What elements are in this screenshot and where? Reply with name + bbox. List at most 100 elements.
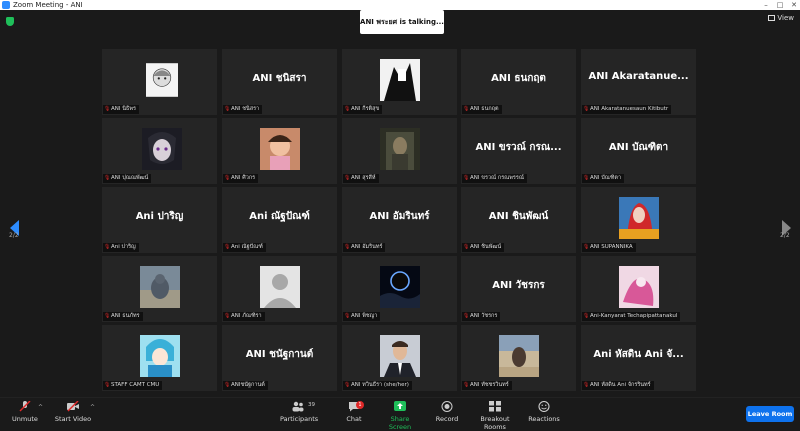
reactions-label: Reactions xyxy=(528,415,560,423)
reactions-button[interactable]: Reactions xyxy=(528,401,560,423)
participant-tile[interactable]: Ani ปาริญ 🎙Ani ปาริญ xyxy=(102,187,217,253)
start-video-button[interactable]: Start Video xyxy=(54,401,92,423)
participant-tile[interactable]: 🎙ANI ภัณฑิรา xyxy=(222,256,337,322)
participant-name-label: 🎙ANI ศิวกร xyxy=(223,174,259,183)
participant-display-name: Ani ณัฐปัณฑ์ xyxy=(249,211,310,222)
participant-name-text: ANI นิธิพร xyxy=(111,106,136,112)
participant-display-name: ANI วัชรกร xyxy=(492,280,545,291)
participant-name-label: 🎙Ani-Kanyarat Techapipattanakul xyxy=(582,312,681,321)
participant-tile[interactable]: 🎙ANI SUPANNIKA xyxy=(581,187,696,253)
participant-tile[interactable]: ANI บัณฑิตา 🎙ANI บัณฑิตา xyxy=(581,118,696,184)
record-button[interactable]: Record xyxy=(435,401,459,423)
participant-name-label: 🎙ANI พิชญา xyxy=(343,312,381,321)
participant-tile[interactable]: 🎙ANI ธนภัทร xyxy=(102,256,217,322)
participant-tile[interactable]: 🎙ANI กีรติสุข xyxy=(342,49,457,115)
participant-tile[interactable]: 🎙Ani-Kanyarat Techapipattanakul xyxy=(581,256,696,322)
muted-microphone-icon: 🎙 xyxy=(344,244,351,250)
participant-name-label: 🎙ANI ภัณฑิรา xyxy=(223,312,265,321)
zoom-logo-icon xyxy=(2,1,10,9)
window-titlebar: Zoom Meeting - ANI – □ ✕ xyxy=(0,0,800,10)
participant-display-name: ANI ธนกฤต xyxy=(491,73,546,84)
participant-name-text: ANI ภัณฑิรา xyxy=(231,313,262,319)
participant-name-label: 🎙ANI ธนกฤต xyxy=(462,105,502,114)
muted-microphone-icon: 🎙 xyxy=(463,382,470,388)
participant-tile[interactable]: ANI Akaratanue... 🎙ANI Akaratanuesaun Kit… xyxy=(581,49,696,115)
participant-tile[interactable]: 🎙ANI สุรสีห์ xyxy=(342,118,457,184)
muted-microphone-icon: 🎙 xyxy=(224,382,231,388)
minimize-icon[interactable]: – xyxy=(760,0,772,10)
participant-name-text: ANI ชนิสรา xyxy=(231,106,260,112)
security-shield-icon[interactable] xyxy=(6,17,14,26)
participant-tile[interactable]: ANI ขรวณ์ กรณ... 🎙ANI ขรวณ์ กรณพรรณ์ xyxy=(461,118,576,184)
participant-tile[interactable]: 🎙ANI ศิวกร xyxy=(222,118,337,184)
participant-tile[interactable]: ANI ชินพัฒน์ 🎙ANI ชินพัฒน์ xyxy=(461,187,576,253)
unmute-button[interactable]: Unmute xyxy=(10,401,40,423)
man-suit-avatar-image xyxy=(380,335,420,377)
start-video-label: Start Video xyxy=(54,415,92,423)
muted-microphone-icon: 🎙 xyxy=(224,106,231,112)
maximize-icon[interactable]: □ xyxy=(774,0,786,10)
chat-unread-badge: 1 xyxy=(356,401,364,409)
anime-red-avatar-image xyxy=(619,197,659,239)
participant-name-text: ANI ทัชชรวินทร์ xyxy=(470,382,509,388)
participant-name-text: ANI กีรติสุข xyxy=(351,106,380,112)
participant-name-label: 🎙Ani ปาริญ xyxy=(103,243,139,252)
participant-name-label: 🎙ANI หัสดิน Ani จักรรินทร์ xyxy=(582,381,654,390)
participant-name-label: 🎙Ani ณัฐปัณฑ์ xyxy=(223,243,266,252)
participant-tile[interactable]: Ani หัสดิน Ani จั... 🎙ANI หัสดิน Ani จักร… xyxy=(581,325,696,391)
muted-microphone-icon: 🎙 xyxy=(344,313,351,319)
muted-microphone-icon: 🎙 xyxy=(104,175,111,181)
participant-tile[interactable]: 🎙ANI ปุณณพัฒน์ xyxy=(102,118,217,184)
audio-options-chevron-icon[interactable]: ^ xyxy=(38,404,43,411)
page-indicator-right: 2/2 xyxy=(780,232,790,239)
participant-tile[interactable]: ANI ชนิสรา 🎙ANI ชนิสรา xyxy=(222,49,337,115)
anime-dark-avatar-image xyxy=(142,128,182,170)
record-label: Record xyxy=(435,415,459,423)
participants-count: 39 xyxy=(308,402,315,408)
participant-tile[interactable]: ANI อัมรินทร์ 🎙ANI อัมรินทร์ xyxy=(342,187,457,253)
participant-tile[interactable]: ANI ชนัฐกานต์ 🎙ANIชนัฐกานต์ xyxy=(222,325,337,391)
active-speaker-banner: ANI พระยศ is talking... xyxy=(360,10,444,34)
cyan-char-avatar-image xyxy=(140,335,180,377)
participant-tile[interactable]: 🎙ANI นิธิพร xyxy=(102,49,217,115)
muted-microphone-icon: 🎙 xyxy=(224,175,231,181)
muted-microphone-icon: 🎙 xyxy=(463,175,470,181)
participant-display-name: ANI อัมรินทร์ xyxy=(369,211,430,222)
muted-microphone-icon: 🎙 xyxy=(104,313,111,319)
participant-display-name: Ani ปาริญ xyxy=(135,211,184,222)
participant-tile[interactable]: ANI ธนกฤต 🎙ANI ธนกฤต xyxy=(461,49,576,115)
participant-display-name: Ani หัสดิน Ani จั... xyxy=(593,349,684,360)
participant-tile[interactable]: Ani ณัฐปัณฑ์ 🎙Ani ณัฐปัณฑ์ xyxy=(222,187,337,253)
muted-microphone-icon: 🎙 xyxy=(583,106,590,112)
share-screen-icon xyxy=(394,401,406,411)
participant-name-label: 🎙ANI ทัชชรวินทร์ xyxy=(462,381,512,390)
close-icon[interactable]: ✕ xyxy=(788,0,800,10)
participant-tile[interactable]: 🎙STAFF CAMT CMU xyxy=(102,325,217,391)
muted-microphone-icon: 🎙 xyxy=(583,175,590,181)
participant-tile[interactable]: 🎙ANI พิชญา xyxy=(342,256,457,322)
leave-room-button[interactable]: Leave Room xyxy=(746,406,794,422)
window-title: Zoom Meeting - ANI xyxy=(13,1,83,9)
participant-name-label: 🎙ANI ชนิสรา xyxy=(223,105,263,114)
view-button[interactable]: View xyxy=(768,14,794,22)
participant-name-label: 🎙ANI ขรวณ์ กรณพรรณ์ xyxy=(462,174,527,183)
manga-bw-avatar-image xyxy=(380,59,420,101)
participant-name-text: Ani-Kanyarat Techapipattanakul xyxy=(590,313,678,319)
participant-name-text: Ani ณัฐปัณฑ์ xyxy=(231,244,263,250)
microphone-muted-icon xyxy=(19,401,31,412)
participant-name-text: ANI SUPANNIKA xyxy=(590,244,633,250)
participant-name-label: 🎙STAFF CAMT CMU xyxy=(103,381,163,390)
record-icon xyxy=(441,401,453,412)
participant-tile[interactable]: 🎙ANI ทัชชรวินทร์ xyxy=(461,325,576,391)
participant-tile[interactable]: 🎙ANI ทวินธีรา (she/her) xyxy=(342,325,457,391)
participant-name-text: ANI ปุณณพัฒน์ xyxy=(111,175,149,181)
participant-display-name: ANI บัณฑิตา xyxy=(608,142,669,153)
participant-display-name: ANI ชนิสรา xyxy=(252,73,307,84)
muted-microphone-icon: 🎙 xyxy=(104,244,111,250)
participant-display-name: ANI ขรวณ์ กรณ... xyxy=(475,142,562,153)
eclipse-avatar-image xyxy=(380,266,420,308)
participant-name-text: ANI วัชรกร xyxy=(470,313,498,319)
video-options-chevron-icon[interactable]: ^ xyxy=(90,404,95,411)
participant-tile[interactable]: ANI วัชรกร 🎙ANI วัชรกร xyxy=(461,256,576,322)
participant-name-text: Ani ปาริญ xyxy=(111,244,136,250)
